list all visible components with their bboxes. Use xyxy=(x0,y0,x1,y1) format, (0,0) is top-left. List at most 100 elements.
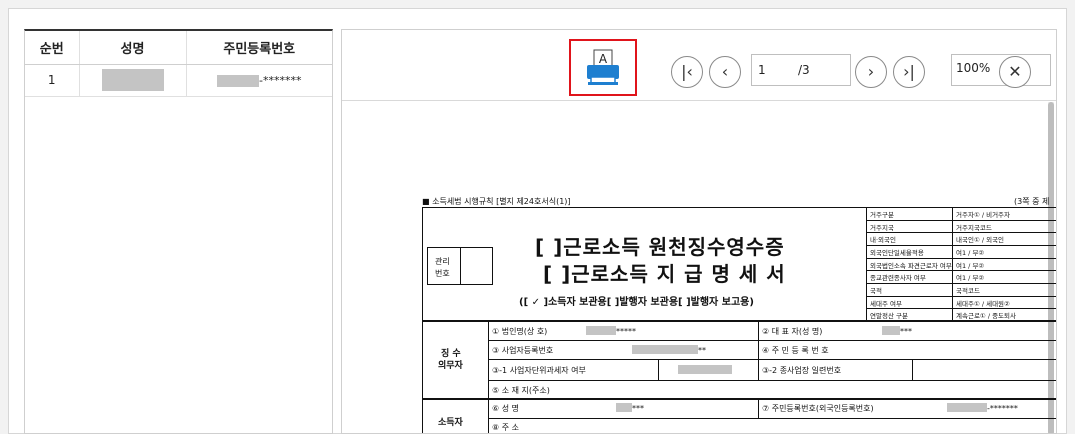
right-grid-value: 내국인① / 외국인 xyxy=(956,236,1005,245)
table-row[interactable]: 1 -******* xyxy=(25,64,332,97)
payer-label-divider xyxy=(488,321,489,399)
right-grid-value: 거주자① / 비거주자 xyxy=(956,211,1011,219)
next-page-icon: › xyxy=(867,62,875,81)
row-no: 1 xyxy=(25,64,80,97)
masked-name xyxy=(101,69,164,91)
last-page-icon: ›| xyxy=(903,62,915,81)
payer-col-line xyxy=(758,321,759,380)
right-grid-row-line xyxy=(866,308,1056,310)
right-grid-row-line xyxy=(866,219,1056,221)
right-grid-row-line xyxy=(866,270,1056,272)
earner-rrn-mask: -******* xyxy=(987,404,1018,413)
right-grid-label: 외국법인소속 파견근로자 여부 xyxy=(870,261,952,270)
form-title-2: [ ]근로소득 지 급 명 세 서 xyxy=(543,262,786,286)
print-icon: A xyxy=(587,49,619,85)
right-grid-label: 국적 xyxy=(870,287,882,295)
unit-tax-masked xyxy=(678,365,732,374)
mgmt-divider xyxy=(460,247,461,285)
ceo-mask: *** xyxy=(900,327,912,336)
earner-label: 소득자 xyxy=(438,418,463,428)
right-grid-value: 세대주① / 세대원② xyxy=(956,299,1010,308)
corp-name-label: ① 법인명(상 호) xyxy=(492,327,548,336)
right-grid-label: 거주지국 xyxy=(870,223,894,232)
next-page-button[interactable]: › xyxy=(855,56,887,88)
right-grid-label: 종교관련종사자 여부 xyxy=(870,274,926,283)
ceo-masked xyxy=(882,326,900,335)
right-grid-value: 국적코드 xyxy=(956,287,980,295)
page-current: 1 xyxy=(758,63,766,77)
employee-table: 순번 성명 주민등록번호 1 -******* xyxy=(25,31,332,97)
right-grid-divider xyxy=(866,207,867,321)
earner-name-mask: *** xyxy=(632,404,644,413)
mgmt-label-2: 번호 xyxy=(435,269,450,278)
earner-row-line xyxy=(488,418,1056,419)
earner-label-divider xyxy=(488,399,489,433)
employee-list: 순번 성명 주민등록번호 1 -******* xyxy=(24,29,333,434)
form-header-right: (3쪽 중 제 xyxy=(1014,197,1050,206)
address-label: ⑤ 소 재 지(주소) xyxy=(492,386,550,395)
first-page-button[interactable]: |‹ xyxy=(671,56,703,88)
right-grid-row-line xyxy=(866,245,1056,246)
col-header-rrn: 주민등록번호 xyxy=(186,31,332,65)
svg-text:A: A xyxy=(599,52,608,66)
print-button[interactable]: A xyxy=(569,39,637,96)
right-grid-label: 연말정산 구분 xyxy=(870,312,908,321)
sub-biz-label: ③-2 종사업장 일련번호 xyxy=(762,366,842,375)
payer-row-line-2 xyxy=(488,359,1056,360)
row-name xyxy=(79,64,187,97)
earner-addr-label: ⑧ 주 소 xyxy=(492,423,519,432)
payer-rrn-label: ④ 주 민 등 록 번 호 xyxy=(762,346,829,355)
payer-row-line-3 xyxy=(488,380,1056,381)
right-grid-row-line xyxy=(866,295,1056,297)
unit-tax-label: ③-1 사업자단위과세자 여부 xyxy=(492,366,586,375)
biz-no-masked xyxy=(632,345,698,354)
last-page-button[interactable]: ›| xyxy=(893,56,925,88)
page-number-field[interactable]: 1 /3 xyxy=(751,54,851,86)
earner-name-label: ⑥ 성 명 xyxy=(492,404,519,413)
corp-name-mask: ***** xyxy=(616,327,636,336)
ceo-label: ② 대 표 자(성 명) xyxy=(762,327,823,336)
right-grid-mid xyxy=(952,207,953,321)
zoom-value: 100% xyxy=(956,61,991,75)
payer-label-2: 의무자 xyxy=(438,361,463,371)
corp-name-masked xyxy=(586,326,616,335)
right-grid-value: 계속근로① / 중도퇴사 xyxy=(956,312,1016,321)
form-title-1: [ ]근로소득 원천징수영수증 xyxy=(535,235,785,259)
right-grid-row-line xyxy=(866,257,1056,259)
earner-rrn-masked xyxy=(947,403,987,412)
document-area: ■ 소득세법 시행규칙 [별지 제24호서식(1)] (3쪽 중 제 관리 번호… xyxy=(342,102,1056,433)
right-grid-value: 여1 / 부② xyxy=(956,261,985,270)
close-icon: ✕ xyxy=(1008,62,1022,81)
right-grid-value: 여1 / 부② xyxy=(956,274,985,283)
earner-name-masked xyxy=(616,403,632,412)
payer-sub-col xyxy=(658,359,659,380)
right-grid-label: 외국인단일세율적용 xyxy=(870,249,924,257)
right-grid-label: 거주구분 xyxy=(870,211,894,219)
report-viewer: A |‹ ‹ 1 /3 › ›| 100% ✕ ■ 소득세법 시행규칙 [별지 … xyxy=(341,29,1057,434)
table-header-row: 순번 성명 주민등록번호 xyxy=(25,31,332,65)
right-grid-row-line xyxy=(866,232,1056,234)
col-header-name: 성명 xyxy=(79,31,187,65)
earner-col-line xyxy=(758,399,759,418)
form-subtitle: ([ ✓ ]소득자 보관용[ ]발행자 보관용[ ]발행자 보고용) xyxy=(519,297,754,308)
viewer-toolbar: A |‹ ‹ 1 /3 › ›| 100% ✕ xyxy=(342,30,1056,101)
close-button[interactable]: ✕ xyxy=(999,56,1031,88)
right-grid-row-line xyxy=(866,283,1056,284)
mgmt-label-1: 관리 xyxy=(435,257,450,266)
right-grid-label: 내·외국인 xyxy=(870,236,896,245)
biz-no-mask: ** xyxy=(698,346,706,355)
earner-rrn-label: ⑦ 주민등록번호(외국인등록번호) xyxy=(762,404,874,413)
col-header-no: 순번 xyxy=(25,31,80,65)
form-header-left: ■ 소득세법 시행규칙 [별지 제24호서식(1)] xyxy=(422,197,571,206)
payer-sub-col-2 xyxy=(912,359,913,380)
right-grid-label: 세대주 여부 xyxy=(870,299,902,308)
biz-no-label: ③ 사업자등록번호 xyxy=(492,346,554,355)
prev-page-icon: ‹ xyxy=(721,62,729,81)
prev-page-button[interactable]: ‹ xyxy=(709,56,741,88)
right-grid-value: 거주지국코드 xyxy=(956,223,992,232)
right-grid-value: 여1 / 부② xyxy=(956,249,985,257)
masked-rrn xyxy=(217,74,259,87)
payer-row-line-1 xyxy=(488,340,1056,341)
row-rrn: -******* xyxy=(186,64,332,97)
page-total: /3 xyxy=(798,63,810,77)
